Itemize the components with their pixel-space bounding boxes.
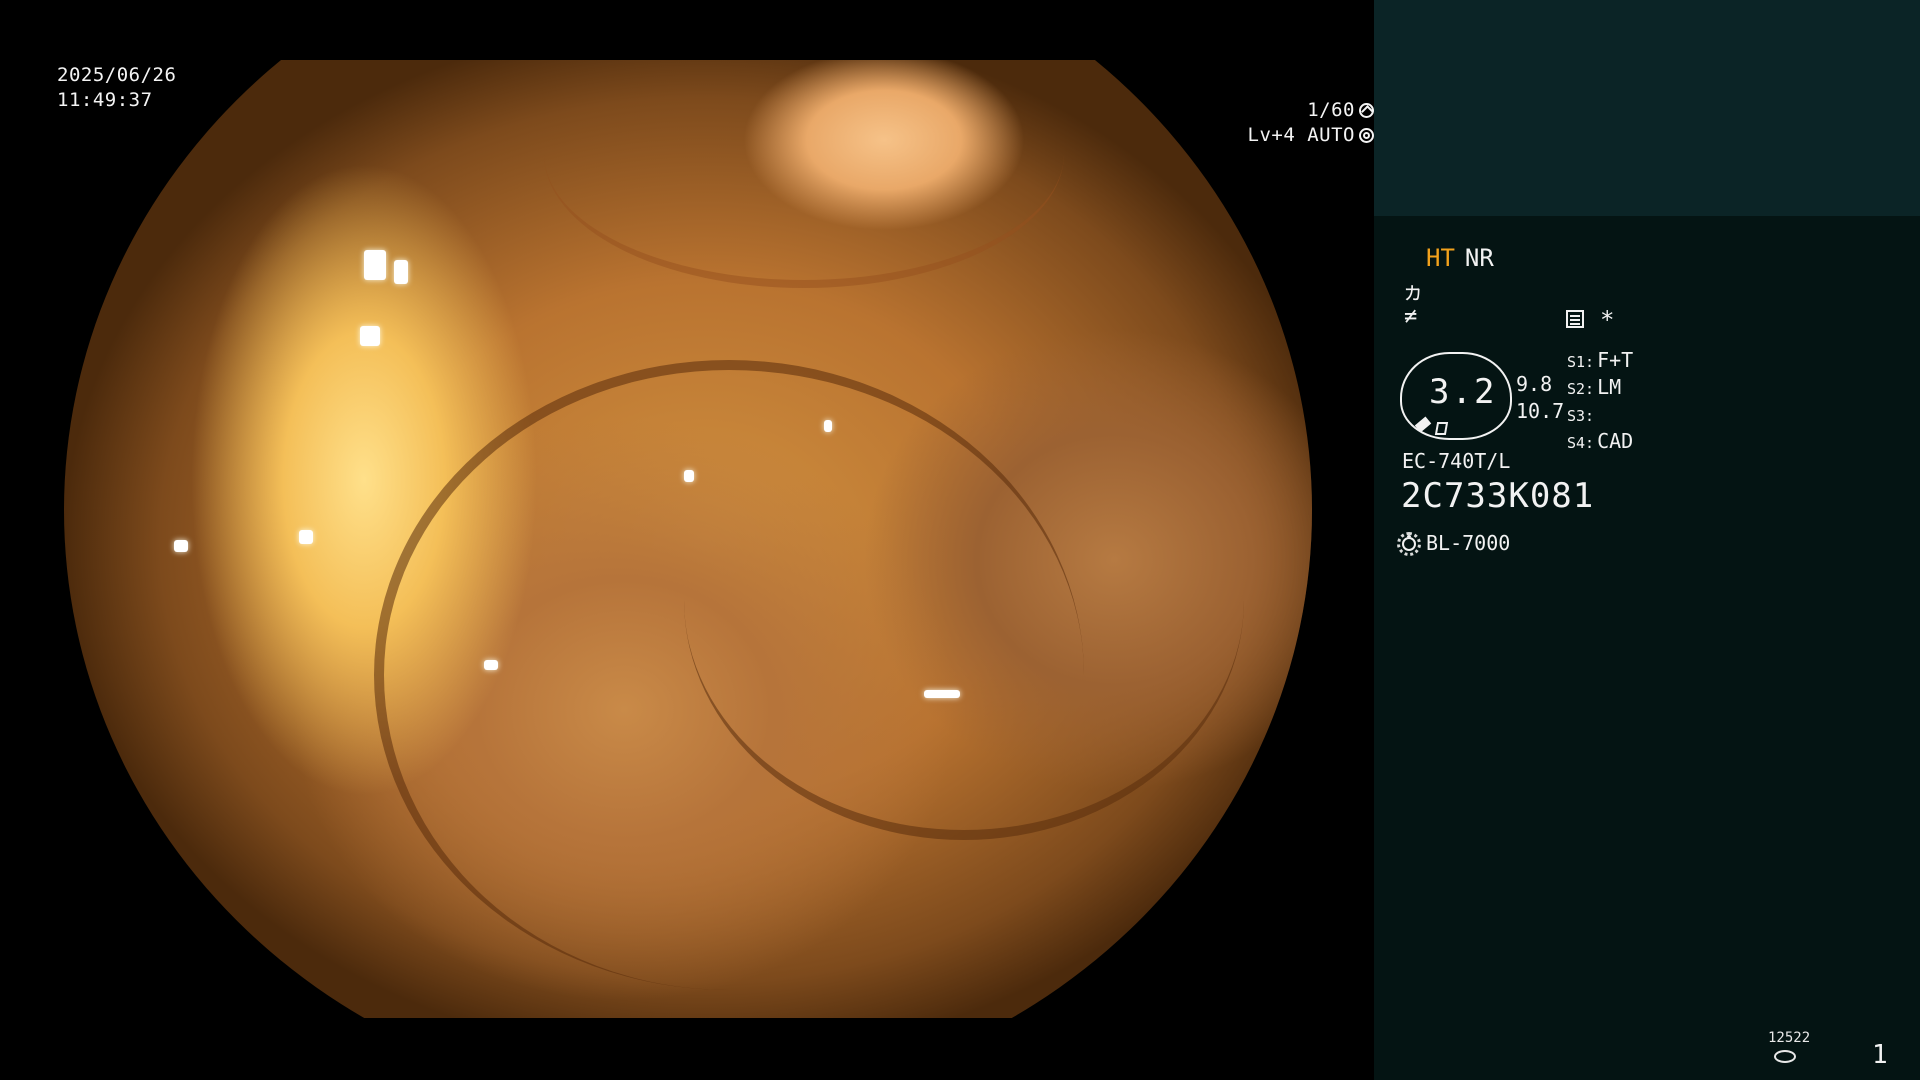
specular-highlight	[360, 326, 380, 346]
menu-icon	[1566, 310, 1584, 328]
processing-modes: HT NR	[1426, 244, 1494, 272]
specular-highlight	[299, 530, 313, 544]
switch-s4: S4: CAD	[1567, 429, 1634, 453]
switch-s2: S2: LM	[1567, 375, 1622, 399]
info-panel: HT NR ヵ ≠ * 3.2 9.8 10.7 S1: F+T S2: LM S3:…	[1374, 0, 1920, 1080]
zoom-frame-icon	[1434, 422, 1449, 435]
iris-icon	[1359, 128, 1374, 143]
disk-icon	[1774, 1050, 1796, 1063]
specular-highlight	[174, 540, 188, 552]
specular-highlight	[924, 690, 960, 698]
light-icon	[1397, 532, 1421, 556]
specular-highlight	[394, 260, 408, 284]
switch-s1: S1: F+T	[1567, 348, 1634, 372]
structure-icon: ≠	[1404, 304, 1418, 329]
panel-header-area	[1374, 0, 1920, 216]
light-source-text: BL-7000	[1426, 531, 1511, 555]
asterisk-marker: *	[1600, 306, 1615, 334]
zoom-value: 3.2	[1429, 372, 1497, 412]
specular-highlight	[824, 420, 832, 432]
page-number: 1	[1872, 1040, 1888, 1070]
scope-model: EC-740T/L	[1402, 449, 1511, 473]
level-mode-text: Lv+4 AUTO	[1247, 124, 1355, 146]
nr-label: NR	[1464, 244, 1494, 272]
specular-highlight	[684, 470, 694, 482]
shutter-row: 1/60	[52, 98, 1374, 123]
endoscope-viewport: 2025/06/26 11:49:37 1/60 Lv+4 AUTO	[0, 0, 1374, 1080]
zoom-readout-1: 9.8	[1516, 372, 1553, 396]
date-text: 2025/06/26	[57, 64, 177, 86]
shutter-text: 1/60	[1307, 99, 1355, 121]
enhance-icon: ヵ	[1402, 280, 1425, 305]
light-source-row: BL-7000	[1397, 531, 1511, 556]
endoscopic-image	[64, 60, 1312, 1018]
zoom-readout-2: 10.7	[1516, 399, 1565, 423]
specular-highlight	[484, 660, 498, 670]
ht-label: HT	[1426, 244, 1455, 272]
endoscopy-screen: 2025/06/26 11:49:37 1/60 Lv+4 AUTO HT NR …	[0, 0, 1920, 1080]
shutter-icon	[1359, 103, 1374, 118]
scope-serial: 2C733K081	[1401, 476, 1595, 516]
switch-s3: S3:	[1567, 407, 1595, 425]
mucosal-fold	[544, 20, 1064, 288]
mucosal-fold	[684, 360, 1244, 840]
specular-highlight	[364, 250, 386, 280]
image-count: 12522	[1768, 1030, 1811, 1046]
scope-switch-assignments: S1: F+T S2: LM S3: S4: CAD	[1567, 348, 1633, 456]
level-row: Lv+4 AUTO	[52, 123, 1374, 148]
exposure-readout: 1/60 Lv+4 AUTO	[52, 98, 1374, 148]
